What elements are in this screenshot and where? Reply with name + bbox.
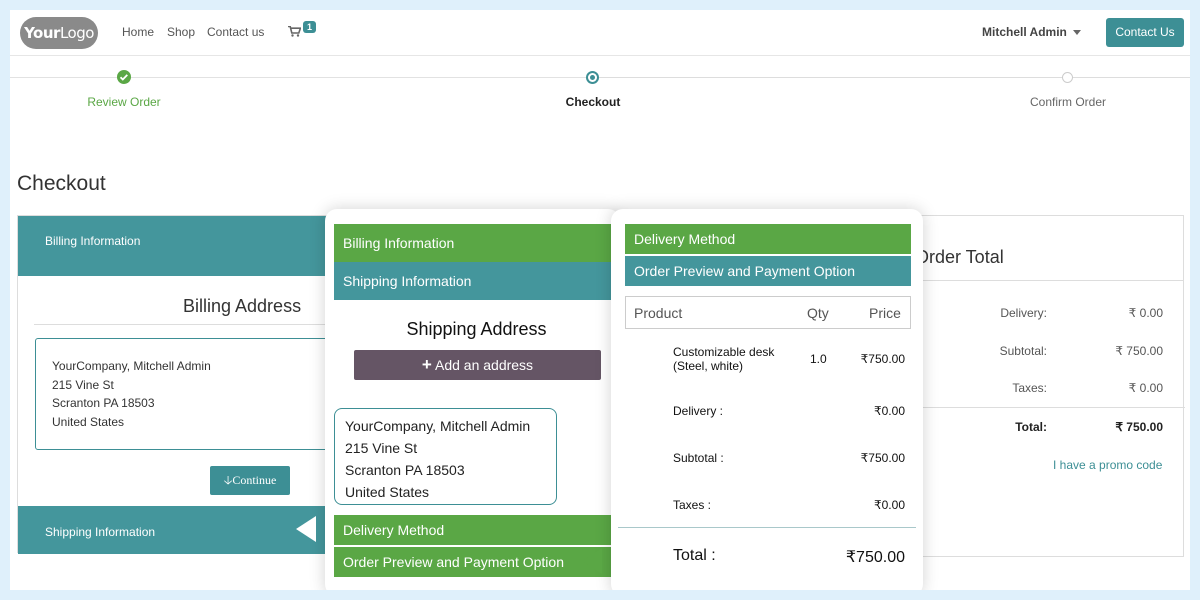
billing-address-title: Billing Address	[183, 296, 302, 316]
delivery-method-bar[interactable]: Delivery Method	[334, 515, 612, 545]
step-review-order[interactable]: Review Order	[24, 95, 224, 109]
address-line: YourCompany, Mitchell Admin	[52, 359, 211, 373]
row-value: ₹ 0.00	[1128, 306, 1163, 320]
shipping-address-box[interactable]: YourCompany, Mitchell Admin 215 Vine St …	[334, 408, 557, 505]
step-confirm-order: Confirm Order	[1029, 95, 1106, 109]
current-step-icon	[586, 71, 599, 84]
contact-us-button[interactable]: Contact Us	[1106, 18, 1184, 47]
shipping-info-header[interactable]: Shipping Information	[18, 506, 338, 554]
billing-info-bar[interactable]: Billing Information	[334, 224, 612, 262]
product-price: ₹750.00	[860, 352, 905, 366]
user-name: Mitchell Admin	[982, 25, 1067, 39]
col-qty: Qty	[807, 305, 829, 321]
col-product: Product	[634, 305, 683, 321]
add-address-label: Add an address	[434, 357, 534, 373]
plus-icon: +	[421, 355, 432, 374]
order-preview-bar[interactable]: Order Preview and Payment Option	[625, 256, 911, 286]
billing-address-box[interactable]: YourCompany, Mitchell Admin 215 Vine St …	[35, 338, 335, 450]
continue-label: Continue	[232, 473, 277, 487]
promo-code-link[interactable]: I have a promo code	[1053, 458, 1162, 472]
page: YourLogo Home Shop Contact us 1 Mitchell…	[10, 10, 1190, 590]
logo-text-light: Logo	[59, 24, 94, 42]
navbar: YourLogo Home Shop Contact us 1 Mitchell…	[10, 10, 1190, 56]
row-label: Subtotal:	[999, 344, 1047, 358]
cart-count-badge: 1	[303, 21, 317, 33]
page-title: Checkout	[17, 172, 106, 195]
continue-button[interactable]: 🡣Continue	[210, 466, 290, 495]
address-line: YourCompany, Mitchell Admin	[345, 418, 531, 434]
pointer-arrow	[296, 516, 316, 542]
shipping-info-bar[interactable]: Shipping Information	[334, 262, 612, 300]
col-price: Price	[869, 305, 901, 321]
nav-contact[interactable]: Contact us	[207, 25, 264, 39]
cart-button[interactable]: 1	[288, 21, 318, 43]
pointer-arrow	[582, 548, 602, 574]
taxes-label: Taxes :	[673, 498, 712, 512]
order-total-title: Order Total	[915, 247, 1004, 267]
check-icon	[117, 70, 131, 84]
product-name: Customizable desk (Steel, white)	[673, 345, 774, 373]
product-name-line: Customizable desk	[673, 345, 775, 359]
total-label: Total:	[1015, 420, 1047, 434]
subtotal-label: Subtotal :	[673, 451, 724, 465]
address-line: Scranton PA 18503	[345, 462, 465, 478]
pending-step-icon	[1062, 72, 1073, 83]
progress-line-done	[10, 77, 593, 78]
billing-info-header[interactable]: Billing Information	[18, 216, 338, 276]
add-address-button[interactable]: + Add an address	[354, 350, 601, 380]
progress-line-todo	[593, 77, 1190, 78]
total-value: ₹ 750.00	[1115, 420, 1163, 434]
nav-shop[interactable]: Shop	[167, 25, 195, 39]
company-logo[interactable]: YourLogo	[20, 17, 98, 49]
caret-down-icon	[1072, 30, 1081, 36]
delivery-method-bar[interactable]: Delivery Method	[625, 224, 911, 254]
delivery-label: Delivery :	[673, 404, 724, 418]
user-menu[interactable]: Mitchell Admin	[982, 25, 1081, 39]
row-value: ₹ 0.00	[1128, 381, 1163, 395]
divider	[915, 280, 1183, 281]
total-value: ₹750.00	[845, 549, 905, 566]
row-label: Taxes:	[1012, 381, 1047, 395]
cart-icon	[288, 26, 301, 37]
row-label: Delivery:	[1000, 306, 1047, 320]
step-checkout: Checkout	[565, 95, 621, 109]
product-table-header: Product Qty Price	[625, 296, 911, 329]
billing-card: Billing Information Billing Address Your…	[17, 215, 338, 554]
divider	[901, 407, 1185, 408]
address-line: United States	[52, 414, 125, 429]
delivery-value: ₹0.00	[874, 404, 905, 418]
shipping-panel: Billing Information Shipping Information…	[325, 209, 620, 590]
address-line: 215 Vine St	[52, 377, 114, 392]
order-preview-panel: Delivery Method Order Preview and Paymen…	[611, 209, 923, 590]
subtotal-value: ₹750.00	[860, 451, 905, 465]
logo-text-bold: Your	[24, 24, 60, 42]
total-label: Total :	[673, 547, 716, 564]
address-line: United States	[345, 484, 430, 500]
order-total-card: Order Total Delivery: ₹ 0.00 Subtotal: ₹…	[900, 215, 1185, 557]
taxes-value: ₹0.00	[874, 498, 905, 512]
order-preview-bar[interactable]: Order Preview and Payment Option	[334, 547, 612, 577]
product-variant: (Steel, white)	[673, 359, 744, 373]
divider	[618, 527, 916, 528]
shipping-address-title: Shipping Address	[406, 319, 547, 339]
row-value: ₹ 750.00	[1115, 344, 1163, 358]
nav-home[interactable]: Home	[122, 25, 154, 39]
address-line: 215 Vine St	[345, 440, 418, 456]
divider	[34, 324, 334, 325]
address-line: Scranton PA 18503	[52, 396, 155, 410]
